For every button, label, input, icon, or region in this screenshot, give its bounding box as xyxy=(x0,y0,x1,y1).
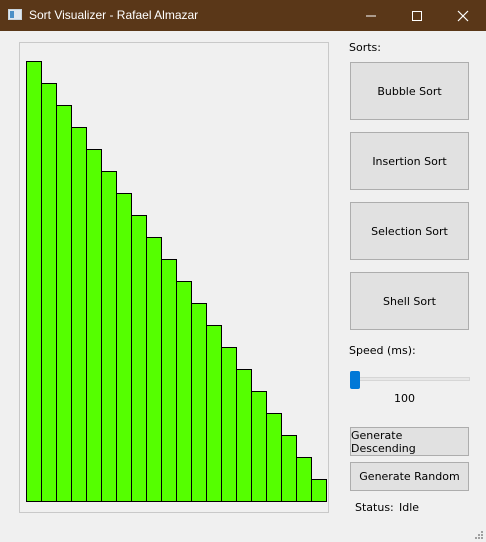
bar-13 xyxy=(206,325,222,502)
maximize-icon xyxy=(412,11,422,21)
bar-11 xyxy=(176,281,192,502)
generate-random-button[interactable]: Generate Random xyxy=(350,462,469,491)
bar-19 xyxy=(296,457,312,502)
shell-sort-button[interactable]: Shell Sort xyxy=(350,272,469,330)
bar-17 xyxy=(266,413,282,502)
bar-3 xyxy=(56,105,72,502)
bar-20 xyxy=(311,479,327,502)
bar-15 xyxy=(236,369,252,502)
insertion-sort-button[interactable]: Insertion Sort xyxy=(350,132,469,190)
minimize-button[interactable] xyxy=(348,0,394,31)
bar-2 xyxy=(41,83,57,502)
title-bar[interactable]: Sort Visualizer - Rafael Almazar xyxy=(0,0,486,31)
bar-12 xyxy=(191,303,207,502)
close-icon xyxy=(457,10,469,22)
bubble-sort-button[interactable]: Bubble Sort xyxy=(350,62,469,120)
bar-16 xyxy=(251,391,267,502)
sort-visualization-canvas xyxy=(19,42,329,513)
status-label: Status: xyxy=(355,501,394,514)
sorts-label: Sorts: xyxy=(349,41,381,54)
resize-grip-icon[interactable] xyxy=(474,530,484,540)
bar-1 xyxy=(26,61,42,502)
status-value: Idle xyxy=(399,501,420,514)
speed-label: Speed (ms): xyxy=(349,344,416,357)
bar-9 xyxy=(146,237,162,502)
speed-slider-track[interactable] xyxy=(350,377,470,381)
generate-descending-button[interactable]: Generate Descending xyxy=(350,427,469,456)
bar-7 xyxy=(116,193,132,502)
bar-8 xyxy=(131,215,147,502)
window-title: Sort Visualizer - Rafael Almazar xyxy=(29,8,199,22)
maximize-button[interactable] xyxy=(394,0,440,31)
selection-sort-button[interactable]: Selection Sort xyxy=(350,202,469,260)
bar-6 xyxy=(101,171,117,502)
bar-18 xyxy=(281,435,297,502)
bar-10 xyxy=(161,259,177,502)
close-button[interactable] xyxy=(440,0,486,31)
speed-value: 100 xyxy=(394,392,415,405)
app-icon xyxy=(8,9,22,20)
bar-5 xyxy=(86,149,102,502)
speed-slider-thumb[interactable] xyxy=(350,371,360,389)
bar-chart xyxy=(26,61,327,502)
bar-4 xyxy=(71,127,87,502)
minimize-icon xyxy=(366,15,376,17)
bar-14 xyxy=(221,347,237,502)
